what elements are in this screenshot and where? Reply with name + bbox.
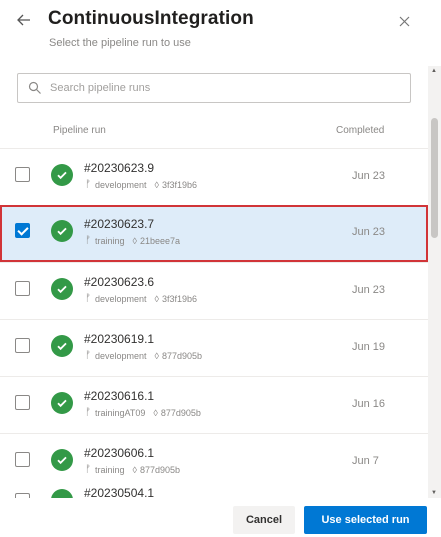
table-row-partial[interactable]: #20230504.1 bbox=[0, 487, 428, 498]
search-box[interactable] bbox=[17, 73, 411, 103]
branch-name: training bbox=[95, 235, 125, 246]
commit-icon: ◊ bbox=[132, 235, 137, 246]
table-row[interactable]: #20230606.1 ᚠ training ◊ 877d905b Jun 7 bbox=[0, 433, 428, 490]
back-button[interactable] bbox=[14, 10, 34, 30]
row-checkbox-checked[interactable] bbox=[15, 223, 30, 238]
table-row[interactable]: #20230619.1 ᚠ development ◊ 877d905b Jun 19 bbox=[0, 319, 428, 376]
branch-name: training bbox=[95, 464, 125, 475]
run-meta: ᚠ training ◊ 21beee7a bbox=[85, 235, 180, 246]
scrollbar-thumb[interactable] bbox=[431, 118, 438, 238]
commit-icon: ◊ bbox=[153, 407, 158, 418]
run-number[interactable]: #20230623.7 bbox=[84, 217, 154, 231]
run-meta: ᚠ development ◊ 3f3f19b6 bbox=[85, 293, 197, 304]
column-header-completed: Completed bbox=[336, 125, 385, 136]
status-succeeded-icon bbox=[51, 489, 73, 498]
branch-icon: ᚠ bbox=[85, 235, 91, 246]
completed-date: Jun 7 bbox=[352, 455, 379, 467]
table-row[interactable]: #20230623.9 ᚠ development ◊ 3f3f19b6 Jun 23 bbox=[0, 148, 428, 205]
table-row[interactable]: #20230623.6 ᚠ development ◊ 3f3f19b6 Jun 23 bbox=[0, 262, 428, 319]
run-meta: ᚠ trainingAT09 ◊ 877d905b bbox=[85, 407, 201, 418]
status-succeeded-icon bbox=[51, 449, 73, 471]
commit-id: 3f3f19b6 bbox=[162, 179, 198, 190]
commit-id: 877d905b bbox=[139, 464, 181, 475]
row-checkbox[interactable] bbox=[15, 338, 30, 353]
branch-icon: ᚠ bbox=[85, 350, 91, 361]
column-header-pipeline-run: Pipeline run bbox=[53, 125, 106, 136]
status-succeeded-icon bbox=[51, 335, 73, 357]
commit-icon: ◊ bbox=[154, 293, 159, 304]
run-number[interactable]: #20230616.1 bbox=[84, 389, 154, 403]
run-meta: ᚠ development ◊ 877d905b bbox=[85, 350, 202, 361]
cancel-button[interactable]: Cancel bbox=[233, 506, 295, 534]
use-selected-run-button[interactable]: Use selected run bbox=[304, 506, 427, 534]
run-number[interactable]: #20230623.9 bbox=[84, 161, 154, 175]
branch-icon: ᚠ bbox=[85, 464, 91, 475]
close-icon bbox=[399, 16, 409, 26]
pipeline-run-list: #20230623.9 ᚠ development ◊ 3f3f19b6 Jun 23… bbox=[0, 148, 428, 498]
completed-date: Jun 23 bbox=[352, 284, 386, 296]
branch-name: development bbox=[95, 350, 147, 361]
table-row[interactable]: #20230616.1 ᚠ trainingAT09 ◊ 877d905b Jun 1… bbox=[0, 376, 428, 433]
completed-date: Jun 19 bbox=[352, 341, 386, 353]
page-title: ContinuousIntegration bbox=[48, 8, 254, 29]
commit-id: 877d905b bbox=[160, 407, 201, 418]
select-pipeline-run-panel: ContinuousIntegration Select the pipelin… bbox=[0, 0, 441, 537]
close-button[interactable] bbox=[395, 12, 413, 30]
page-subtitle: Select the pipeline run to use bbox=[49, 37, 191, 49]
row-checkbox[interactable] bbox=[15, 395, 30, 410]
list-scrollbar[interactable]: ▲ ▼ bbox=[428, 66, 441, 498]
run-number[interactable]: #20230619.1 bbox=[84, 332, 154, 346]
row-checkbox[interactable] bbox=[15, 281, 30, 296]
branch-name: trainingAT09 bbox=[95, 407, 146, 418]
row-checkbox[interactable] bbox=[15, 452, 30, 467]
commit-icon: ◊ bbox=[132, 464, 137, 475]
status-succeeded-icon bbox=[51, 220, 73, 242]
branch-icon: ᚠ bbox=[85, 293, 91, 304]
status-succeeded-icon bbox=[51, 392, 73, 414]
arrow-left-icon bbox=[17, 14, 30, 26]
commit-icon: ◊ bbox=[154, 179, 159, 190]
commit-id: 21beee7a bbox=[139, 235, 181, 246]
search-input[interactable] bbox=[50, 82, 390, 94]
branch-name: development bbox=[95, 293, 147, 304]
completed-date: Jun 23 bbox=[352, 226, 386, 238]
search-icon bbox=[28, 81, 41, 94]
run-number[interactable]: #20230606.1 bbox=[84, 446, 154, 460]
status-succeeded-icon bbox=[51, 278, 73, 300]
table-row-selected[interactable]: #20230623.7 ᚠ training ◊ 21beee7a Jun 23 bbox=[0, 205, 428, 262]
status-succeeded-icon bbox=[51, 164, 73, 186]
completed-date: Jun 16 bbox=[352, 398, 386, 410]
row-checkbox[interactable] bbox=[15, 167, 30, 182]
branch-name: development bbox=[95, 179, 147, 190]
completed-date: Jun 23 bbox=[352, 170, 386, 182]
scroll-up-arrow-icon[interactable]: ▲ bbox=[431, 68, 437, 74]
commit-id: 3f3f19b6 bbox=[162, 293, 198, 304]
dialog-footer: Cancel Use selected run bbox=[0, 498, 441, 537]
run-number[interactable]: #20230623.6 bbox=[84, 275, 154, 289]
commit-id: 877d905b bbox=[162, 350, 203, 361]
run-number[interactable]: #20230504.1 bbox=[84, 487, 154, 498]
run-meta: ᚠ development ◊ 3f3f19b6 bbox=[85, 179, 197, 190]
run-meta: ᚠ training ◊ 877d905b bbox=[85, 464, 180, 475]
commit-icon: ◊ bbox=[154, 350, 159, 361]
branch-icon: ᚠ bbox=[85, 407, 91, 418]
branch-icon: ᚠ bbox=[85, 179, 91, 190]
scroll-down-arrow-icon[interactable]: ▼ bbox=[431, 490, 437, 496]
